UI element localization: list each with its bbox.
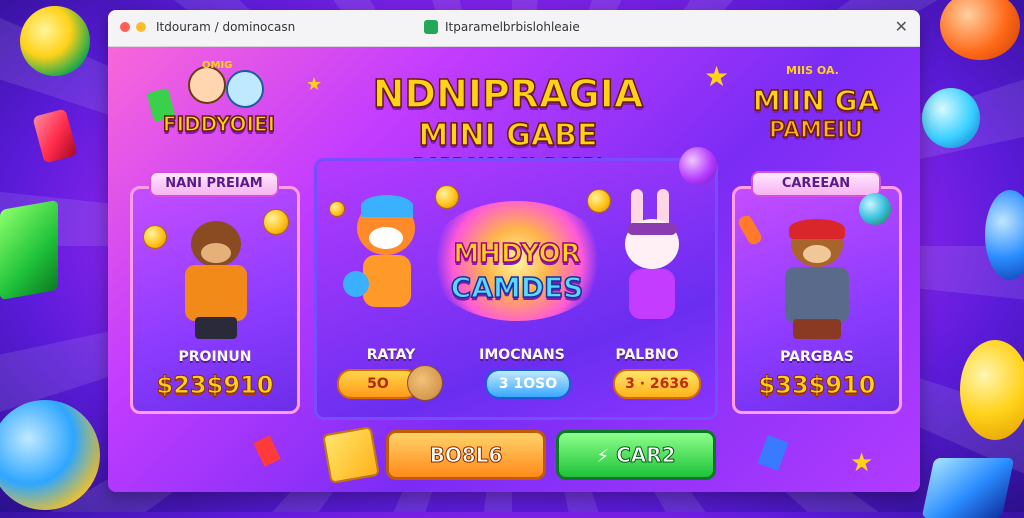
green-action-button[interactable]: ⚡ CAR2 bbox=[556, 430, 716, 480]
header-subtitle: MINI GABE bbox=[418, 117, 598, 154]
left-logo: OMIG FIDDYOIEI bbox=[144, 60, 294, 150]
left-panel[interactable]: NANI PREIAM PROINUN $23$910 bbox=[130, 171, 300, 414]
left-logo-top: OMIG bbox=[202, 60, 233, 71]
right-panel-price: $33$910 bbox=[758, 371, 876, 400]
right-panel-pill: CAREEAN bbox=[751, 171, 881, 197]
center-item-3-badge[interactable]: 3 · 2636 bbox=[613, 369, 701, 399]
star-icon: ★ bbox=[704, 60, 730, 93]
game-content: OMIG FIDDYOIEI NDNIPRAGIA MINI GABE DORB… bbox=[108, 46, 920, 492]
center-panel: MHDYOR CAMDES RATAY IMOCNANS PALBNO 5O 3… bbox=[314, 147, 718, 420]
right-logo-sub: PAMEIU bbox=[768, 117, 864, 144]
center-item-2-badge[interactable]: 3 1OSO bbox=[485, 369, 571, 399]
close-icon[interactable]: ✕ bbox=[895, 17, 908, 36]
center-item-1-label: RATAY bbox=[366, 347, 416, 363]
bear-right-character-icon bbox=[775, 219, 861, 341]
orange-action-button[interactable]: BO8L6 bbox=[386, 430, 546, 480]
kid-face-icon bbox=[188, 66, 226, 104]
box-icon[interactable] bbox=[322, 426, 380, 484]
coin-icon bbox=[263, 209, 289, 235]
left-panel-pill: NANI PREIAM bbox=[149, 171, 279, 197]
coin-icon bbox=[329, 201, 345, 217]
green-gem-icon bbox=[0, 199, 58, 301]
blue-shard-icon bbox=[757, 435, 789, 471]
yellow-ball-right-icon bbox=[960, 340, 1024, 440]
bunny-character-icon bbox=[613, 189, 693, 323]
center-item-3-label: PALBNO bbox=[615, 347, 679, 363]
coin-icon bbox=[143, 225, 167, 249]
kid-face-2-icon bbox=[226, 70, 264, 108]
left-panel-label: PROINUN bbox=[178, 349, 252, 365]
center-logo-top: MHDYOR bbox=[453, 238, 582, 270]
green-action-label: CAR2 bbox=[616, 443, 676, 468]
purple-orb-icon bbox=[679, 147, 717, 185]
globe-icon bbox=[859, 193, 891, 225]
tab-favicon-icon bbox=[424, 20, 438, 34]
left-logo-text: FIDDYOIEI bbox=[162, 111, 276, 137]
right-panel-label: PARGBAS bbox=[780, 349, 854, 365]
minimize-dot-icon[interactable] bbox=[136, 22, 146, 32]
cyan-ball-icon bbox=[922, 88, 980, 148]
firecracker-icon bbox=[736, 213, 764, 247]
center-item-2-label: IMOCNANS bbox=[479, 347, 565, 363]
red-shard-icon bbox=[253, 435, 281, 467]
yellow-ball-icon bbox=[20, 6, 90, 76]
fox-character-icon bbox=[343, 195, 429, 321]
center-logo-bottom: CAMDES bbox=[450, 270, 584, 305]
right-logo-top: MIIS OA. bbox=[786, 64, 839, 77]
right-logo: MIIS OA. MIIN GA PAMEIU bbox=[736, 64, 896, 154]
star-icon: ★ bbox=[850, 448, 874, 478]
tab-left-title[interactable]: Itdouram / dominocasn bbox=[156, 20, 295, 34]
lightning-icon: ⚡ bbox=[596, 446, 610, 467]
star-icon: ★ bbox=[306, 74, 323, 95]
coin-icon bbox=[435, 185, 459, 209]
right-panel[interactable]: CAREEAN PARGBAS $33$910 bbox=[732, 171, 902, 414]
game-window: Itdouram / dominocasn Itparamelbrbislohl… bbox=[108, 10, 920, 492]
close-dot-icon[interactable] bbox=[120, 22, 130, 32]
blue-gem-icon bbox=[921, 458, 1015, 518]
cookie-icon bbox=[407, 365, 443, 401]
title-bar: Itdouram / dominocasn Itparamelbrbislohl… bbox=[108, 10, 920, 47]
right-logo-text: MIIN GA bbox=[752, 83, 880, 118]
header-title: NDNIPRAGIA bbox=[372, 71, 644, 117]
left-panel-price: $23$910 bbox=[156, 371, 274, 400]
tab-center-title[interactable]: Itparamelbrbislohleaie bbox=[445, 20, 580, 34]
bear-left-character-icon bbox=[177, 221, 255, 339]
coin-icon bbox=[587, 189, 611, 213]
